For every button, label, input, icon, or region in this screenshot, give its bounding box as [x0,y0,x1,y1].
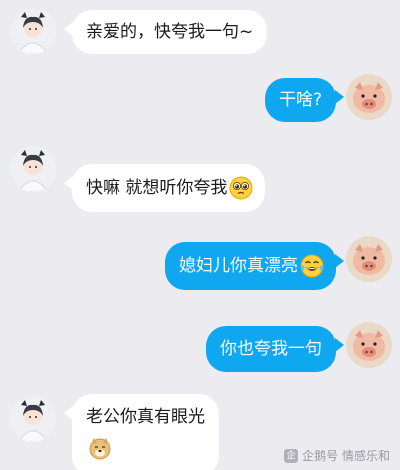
message-text: 快嘛 就想听你夸我 [86,178,228,198]
girl-avatar-icon [10,8,56,54]
incoming-message-bubble[interactable]: 老公你真有眼光 [64,394,219,470]
bubble-tail [64,176,73,190]
contact-avatar[interactable] [10,396,56,442]
message-text: 亲爱的，快夸我一句~ [86,22,254,42]
chat-thread: 亲爱的，快夸我一句~ 干啥? 快嘛 就想听你夸我 媳妇儿你真漂亮 你也夸我一句 … [0,0,400,470]
message-text: 媳妇儿你真漂亮 [179,256,298,276]
my-avatar[interactable] [346,236,392,282]
outgoing-message-bubble[interactable]: 媳妇儿你真漂亮 [165,242,344,290]
watermark: 企 企鹅号 情感乐和 [284,447,390,464]
incoming-message-bubble[interactable]: 亲爱的，快夸我一句~ [64,10,268,54]
outgoing-message-bubble[interactable]: 你也夸我一句 [206,326,344,372]
incoming-message-bubble[interactable]: 快嘛 就想听你夸我 [64,164,266,212]
pleading-face-icon [229,176,253,200]
bubble-tail [335,254,344,268]
watermark-text: 企鹅号 情感乐和 [302,449,390,463]
pig-avatar-icon [346,74,392,120]
pig-avatar-icon [346,322,392,368]
message-text: 干啥? [278,90,322,110]
bubble-tail [64,406,73,420]
penguin-logo-icon: 企 [284,448,299,463]
outgoing-message-bubble[interactable]: 干啥? [264,78,344,122]
my-avatar[interactable] [346,322,392,368]
my-avatar[interactable] [346,74,392,120]
contact-avatar[interactable] [10,8,56,54]
bubble-tail [335,338,344,352]
bubble-tail [335,90,344,104]
girl-avatar-icon [10,146,56,192]
message-text: 老公你真有眼光 [86,407,205,427]
pig-avatar-icon [346,236,392,282]
bubble-tail [64,22,73,36]
message-text: 你也夸我一句 [220,339,322,359]
girl-avatar-icon [10,396,56,442]
doge-face-icon [88,436,112,460]
tears-of-joy-icon [300,254,324,278]
contact-avatar[interactable] [10,146,56,192]
